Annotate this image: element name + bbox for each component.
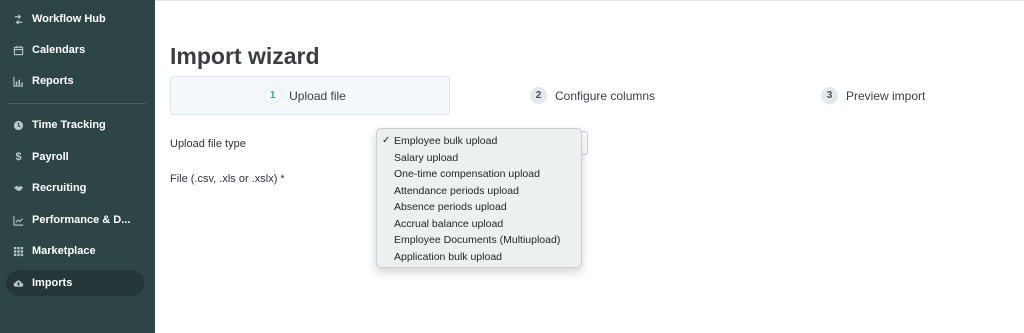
sidebar-item-label: Reports — [32, 75, 74, 87]
sidebar-item-label: Time Tracking — [32, 119, 106, 131]
dropdown-option-accrual-balance-upload[interactable]: Accrual balance upload — [377, 216, 581, 233]
upload-file-type-label: Upload file type — [170, 138, 246, 150]
dropdown-option-absence-periods-upload[interactable]: Absence periods upload — [377, 199, 581, 216]
dropdown-option-label: Absence periods upload — [394, 201, 507, 213]
calendar-icon — [13, 45, 24, 56]
file-field-label: File (.csv, .xls or .xslx) * — [170, 173, 285, 185]
sidebar-item-performance[interactable]: Performance & D... — [6, 207, 144, 233]
sidebar-item-recruiting[interactable]: Recruiting — [6, 175, 144, 201]
dollar-icon: $ — [15, 151, 22, 163]
dropdown-option-application-bulk-upload[interactable]: Application bulk upload — [377, 249, 581, 266]
dropdown-option-label: Employee Documents (Multiupload) — [394, 234, 561, 246]
step-label: Preview import — [846, 88, 926, 103]
sidebar-item-label: Marketplace — [32, 245, 96, 257]
dropdown-option-label: Application bulk upload — [394, 250, 502, 263]
sidebar: Workflow Hub Calendars Reports Time Trac… — [0, 0, 155, 333]
step-number: 2 — [530, 87, 547, 104]
sidebar-item-marketplace[interactable]: Marketplace — [6, 238, 144, 264]
step-number: 1 — [264, 87, 282, 104]
sidebar-item-reports[interactable]: Reports — [6, 68, 144, 94]
step-label: Upload file — [289, 88, 346, 103]
trend-icon — [13, 215, 24, 226]
step-preview-import[interactable]: 3 Preview import — [821, 76, 925, 115]
dropdown-option-employee-bulk-upload[interactable]: ✓ Employee bulk upload — [377, 133, 581, 150]
sidebar-item-payroll[interactable]: $ Payroll — [6, 144, 144, 170]
sidebar-item-workflow-hub[interactable]: Workflow Hub — [6, 6, 144, 32]
dropdown-option-label: Employee bulk upload — [394, 135, 498, 147]
cloud-upload-icon — [13, 278, 24, 289]
sidebar-item-label: Recruiting — [32, 182, 87, 194]
checkmark-icon: ✓ — [382, 135, 391, 146]
sidebar-item-label: Calendars — [32, 44, 86, 56]
step-label: Configure columns — [555, 88, 656, 103]
dropdown-option-attendance-periods-upload[interactable]: Attendance periods upload — [377, 183, 581, 200]
step-upload-file[interactable]: 1 Upload file — [170, 76, 450, 115]
chart-icon — [13, 76, 24, 87]
dropdown-option-one-time-compensation-upload[interactable]: One-time compensation upload — [377, 166, 581, 183]
handshake-icon — [13, 183, 24, 194]
dropdown-option-label: One-time compensation upload — [394, 168, 540, 180]
sidebar-item-label: Performance & D... — [32, 214, 131, 226]
step-configure-columns[interactable]: 2 Configure columns — [530, 76, 655, 115]
dropdown-option-label: Accrual balance upload — [394, 217, 504, 230]
dropdown-option-employee-documents-multiupload[interactable]: Employee Documents (Multiupload) — [377, 232, 581, 249]
workflow-icon — [13, 13, 24, 25]
dropdown-option-salary-upload[interactable]: Salary upload — [377, 150, 581, 167]
sidebar-divider — [8, 103, 146, 104]
sidebar-item-calendars[interactable]: Calendars — [6, 37, 144, 63]
page-title: Import wizard — [170, 43, 320, 69]
sidebar-item-label: Imports — [32, 277, 73, 289]
sidebar-item-time-tracking[interactable]: Time Tracking — [6, 112, 144, 138]
step-number: 3 — [821, 87, 838, 104]
dropdown-option-label: Salary upload — [394, 151, 459, 164]
grid-icon — [13, 246, 24, 257]
sidebar-item-label: Payroll — [32, 151, 69, 163]
dropdown-option-label: Attendance periods upload — [394, 184, 519, 197]
clock-icon — [13, 120, 24, 131]
file-type-dropdown-menu: ✓ Employee bulk upload Salary upload One… — [376, 128, 582, 268]
main-content: Import wizard 1 Upload file 2 Configure … — [155, 0, 1024, 333]
sidebar-item-label: Workflow Hub — [32, 13, 106, 25]
sidebar-item-imports[interactable]: Imports — [6, 270, 144, 296]
